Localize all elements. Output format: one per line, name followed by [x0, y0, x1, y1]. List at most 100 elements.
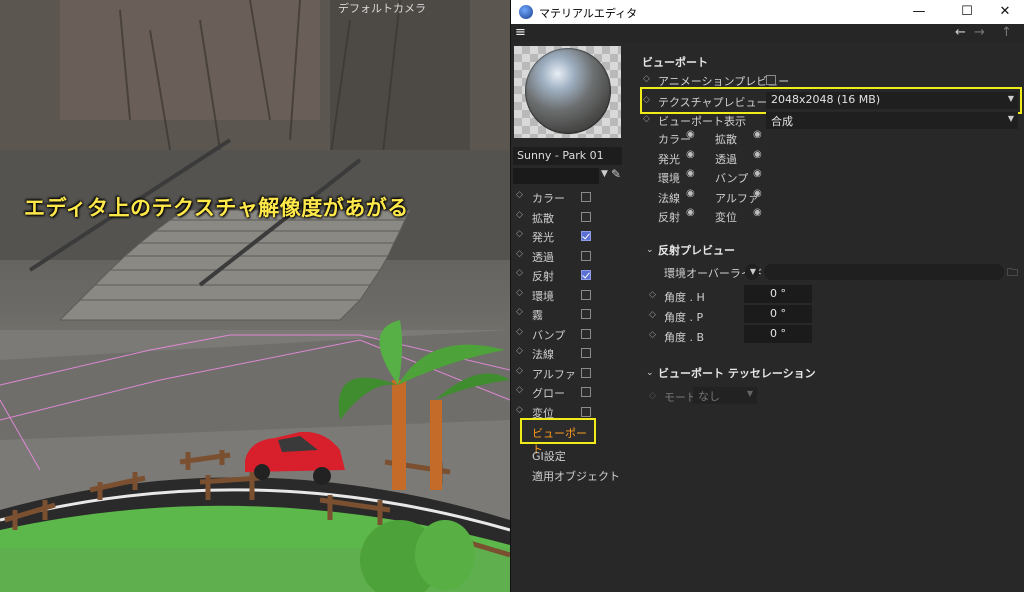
keyframe-diamond-icon[interactable]: ◇	[516, 288, 523, 298]
texture-preview-size-value: 2048x2048 (16 MB)	[771, 93, 881, 106]
3d-viewport[interactable]: デフォルトカメラ エディタ上のテクスチャ解像度があがる	[0, 0, 510, 592]
section-title-reflection-preview: 反射プレビュー	[658, 244, 735, 257]
eye-icon[interactable]: ◉	[686, 149, 695, 160]
section-title-viewport: ビューポート	[642, 56, 708, 69]
eye-icon[interactable]: ◉	[686, 129, 695, 140]
channel-row[interactable]: ◇ 発光	[511, 227, 623, 246]
channel-row[interactable]: ◇ アルファ	[511, 364, 623, 383]
channel-checkbox[interactable]	[581, 406, 591, 417]
channel-row[interactable]: ◇ バンプ	[511, 325, 623, 344]
channel-label: グロー	[532, 387, 565, 400]
dropdown-arrow-icon[interactable]: ▼	[601, 169, 608, 179]
nav-item-assign[interactable]: 適用オブジェクト	[532, 468, 620, 484]
keyframe-diamond-icon[interactable]: ◇	[516, 249, 523, 259]
eye-icon[interactable]: ◉	[753, 188, 762, 199]
keyframe-diamond-icon[interactable]: ◇	[516, 229, 523, 239]
folder-icon[interactable]: 🗀	[1007, 264, 1018, 283]
keyframe-diamond-icon[interactable]: ◇	[516, 385, 523, 395]
eye-icon[interactable]: ◉	[753, 207, 762, 218]
channel-checkbox[interactable]	[581, 192, 591, 202]
section-title-tessellation: ビューポート テッセレーション	[658, 367, 816, 380]
keyframe-diamond-icon[interactable]: ◇	[643, 95, 650, 105]
chevron-down-icon: ▼	[749, 267, 756, 276]
angle-p-field[interactable]: 0 °	[744, 305, 812, 323]
eye-icon[interactable]: ◉	[686, 188, 695, 199]
display-channel-label: 発光	[658, 152, 680, 166]
env-override-field[interactable]	[764, 264, 1004, 280]
channel-row[interactable]: ◇ 変位	[511, 403, 623, 422]
collapse-chevron-icon[interactable]: ⌄	[646, 245, 654, 255]
channel-checkbox[interactable]	[581, 211, 591, 222]
angle-b-field[interactable]: 0 °	[744, 325, 812, 343]
env-override-dropdown[interactable]: ▼	[745, 264, 759, 280]
channel-label: 拡散	[532, 211, 554, 225]
eye-icon[interactable]: ◉	[686, 168, 695, 179]
up-arrow-icon[interactable]: ↑	[1001, 25, 1012, 40]
channel-checkbox[interactable]	[581, 250, 591, 261]
channel-checkbox[interactable]	[581, 387, 591, 397]
back-arrow-icon[interactable]: ←	[955, 25, 966, 40]
forward-arrow-icon[interactable]: →	[974, 25, 985, 40]
channel-checkbox[interactable]	[581, 231, 591, 241]
hamburger-menu-icon[interactable]: ≡	[515, 26, 526, 39]
material-text-field[interactable]	[513, 168, 599, 184]
display-channel-label: バンプ	[715, 172, 749, 185]
channel-checkbox[interactable]	[581, 328, 591, 339]
channel-label: カラー	[532, 192, 565, 205]
material-preview[interactable]	[514, 46, 621, 138]
keyframe-diamond-icon[interactable]: ◇	[516, 327, 523, 337]
channel-checkbox[interactable]	[581, 289, 591, 300]
keyframe-diamond-icon[interactable]: ◇	[649, 330, 656, 340]
keyframe-diamond-icon[interactable]: ◇	[516, 366, 523, 376]
material-name-field[interactable]: Sunny - Park 01	[513, 147, 622, 165]
eyedropper-icon[interactable]: ✎	[611, 167, 621, 181]
channel-label: 発光	[532, 231, 554, 244]
channel-row[interactable]: ◇ 透過	[511, 247, 623, 266]
channel-row[interactable]: ◇ 霧	[511, 305, 623, 324]
channel-checkbox[interactable]	[581, 270, 591, 280]
title-bar[interactable]: マテリアルエディタ — ☐ ✕	[511, 0, 1024, 24]
keyframe-diamond-icon[interactable]: ◇	[649, 310, 656, 320]
eye-icon[interactable]: ◉	[753, 149, 762, 160]
chevron-down-icon: ▼	[1007, 94, 1014, 103]
channel-row[interactable]: ◇ 法線	[511, 344, 623, 363]
channel-row[interactable]: ◇ 反射	[511, 266, 623, 285]
keyframe-diamond-icon[interactable]: ◇	[516, 210, 523, 220]
keyframe-diamond-icon[interactable]: ◇	[643, 74, 650, 84]
minimize-button[interactable]: —	[899, 2, 939, 22]
texture-preview-size-dropdown[interactable]: 2048x2048 (16 MB) ▼	[766, 92, 1018, 109]
nav-item-viewport[interactable]: ビューポート	[520, 418, 596, 456]
keyframe-diamond-icon[interactable]: ◇	[516, 307, 523, 317]
keyframe-diamond-icon[interactable]: ◇	[649, 290, 656, 300]
viewport-display-dropdown[interactable]: 合成 ▼	[766, 112, 1018, 129]
channel-checkbox[interactable]	[581, 367, 591, 378]
eye-icon[interactable]: ◉	[686, 207, 695, 218]
scene-illustration	[0, 0, 510, 592]
collapse-chevron-icon[interactable]: ⌄	[646, 368, 654, 378]
keyframe-diamond-icon[interactable]: ◇	[516, 346, 523, 356]
channel-label: 変位	[532, 406, 554, 420]
maximize-button[interactable]: ☐	[947, 2, 987, 22]
eye-icon[interactable]: ◉	[753, 129, 762, 140]
angle-p-label: 角度 . P	[664, 311, 704, 324]
angle-b-label: 角度 . B	[664, 331, 705, 344]
display-channel-label: 環境	[658, 172, 680, 185]
channel-row[interactable]: ◇ 拡散	[511, 208, 623, 227]
channel-row[interactable]: ◇ 環境	[511, 286, 623, 305]
channel-row[interactable]: ◇ カラー	[511, 188, 623, 207]
keyframe-diamond-icon[interactable]: ◇	[516, 405, 523, 415]
display-channel-label: 透過	[715, 152, 737, 166]
keyframe-diamond-icon[interactable]: ◇	[643, 114, 650, 124]
eye-icon[interactable]: ◉	[753, 168, 762, 179]
animation-preview-checkbox[interactable]	[766, 75, 776, 85]
annotation-caption: エディタ上のテクスチャ解像度があがる	[24, 196, 409, 220]
channel-label: 環境	[532, 289, 554, 303]
angle-h-field[interactable]: 0 °	[744, 285, 812, 303]
channel-row[interactable]: ◇ グロー	[511, 383, 623, 402]
nav-item-gi[interactable]: GI設定	[532, 448, 566, 464]
keyframe-diamond-icon[interactable]: ◇	[516, 190, 523, 200]
channel-checkbox[interactable]	[581, 309, 591, 319]
close-button[interactable]: ✕	[985, 2, 1024, 22]
channel-checkbox[interactable]	[581, 348, 591, 358]
keyframe-diamond-icon[interactable]: ◇	[516, 268, 523, 278]
